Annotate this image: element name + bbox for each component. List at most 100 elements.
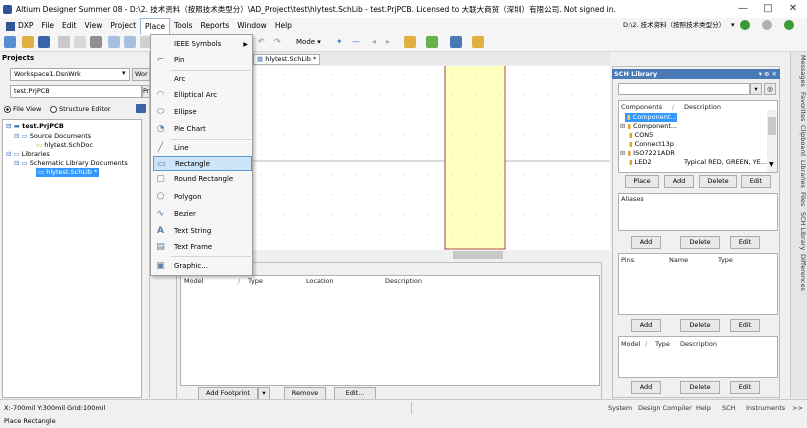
menu-item-pie-chart[interactable]: ◔ Pie Chart: [153, 122, 252, 137]
add-component-button[interactable]: Add: [664, 175, 694, 188]
menu-help[interactable]: Help: [271, 18, 296, 34]
panel-controls-icon[interactable]: ▾ ⊕ ✕: [759, 69, 777, 79]
minimize-button[interactable]: —: [734, 2, 752, 16]
tree-project[interactable]: ⊟ ▬ test.PrjPCB: [6, 122, 64, 131]
pin-name-col-header[interactable]: Name: [669, 256, 688, 264]
side-tab-differences[interactable]: Differences: [792, 254, 807, 291]
menu-item-round-rectangle[interactable]: ▢ Round Rectangle: [153, 172, 252, 187]
component-row[interactable]: ▮ CON5: [629, 131, 653, 140]
mode-button[interactable]: Mode ▾: [296, 38, 321, 46]
horizontal-scrollbar[interactable]: [248, 250, 610, 260]
add-alias-button[interactable]: Add: [631, 236, 661, 249]
save-icon[interactable]: [38, 36, 50, 48]
menu-item-arc[interactable]: Arc: [153, 72, 252, 87]
menu-project[interactable]: Project: [106, 18, 140, 34]
workspace-button[interactable]: Wor: [132, 68, 150, 81]
menu-edit[interactable]: Edit: [58, 18, 81, 34]
scroll-down-icon[interactable]: ▼: [769, 161, 774, 168]
type-col-header[interactable]: Type: [248, 277, 263, 285]
menu-tools[interactable]: Tools: [170, 18, 196, 34]
document-tab[interactable]: ▦ hlytest.SchLib *: [253, 54, 321, 65]
cut-icon[interactable]: [90, 36, 102, 48]
scrollbar-thumb[interactable]: [453, 251, 503, 259]
panel-button-help[interactable]: Help: [696, 404, 711, 414]
add-pin-button[interactable]: Add: [631, 319, 661, 332]
home-icon[interactable]: [784, 20, 794, 30]
add-component-icon[interactable]: ✦: [336, 37, 343, 46]
zoom-in-icon[interactable]: [108, 36, 120, 48]
project-button[interactable]: Pr: [142, 85, 150, 98]
library-model-col-header[interactable]: Model: [621, 340, 641, 348]
location-col-header[interactable]: Location: [306, 277, 334, 285]
edit-alias-button[interactable]: Edit: [730, 236, 760, 249]
path-combo[interactable]: D:\2. 技术资料（按照技术类型分）: [620, 20, 728, 33]
print-icon[interactable]: [58, 36, 70, 48]
part-icon[interactable]: [404, 36, 416, 48]
project-field[interactable]: test.PrjPCB: [10, 85, 142, 98]
side-tab-favorites[interactable]: Favorites: [792, 92, 807, 121]
panel-button-system[interactable]: System: [608, 404, 632, 414]
menu-place[interactable]: Place: [140, 18, 170, 34]
panel-button-design-compiler[interactable]: Design Compiler: [638, 404, 692, 414]
side-tab-clipboard[interactable]: Clipboard: [792, 125, 807, 156]
side-tab-files[interactable]: Files: [792, 192, 807, 206]
schematic-library-sheet[interactable]: [248, 66, 610, 250]
component-rectangle[interactable]: [444, 66, 506, 250]
description-col-header[interactable]: Description: [684, 103, 721, 111]
add-model-button[interactable]: Add: [631, 381, 661, 394]
dash-icon[interactable]: —: [352, 37, 360, 46]
panel-button-sch[interactable]: SCH: [722, 404, 736, 414]
model-icon[interactable]: [472, 36, 484, 48]
pins-col-header[interactable]: Pins: [621, 256, 634, 264]
workspace-combo[interactable]: Workspace1.DsnWrk: [10, 68, 130, 81]
arrow-right-icon[interactable]: ▸: [386, 37, 390, 46]
filter-search-icon[interactable]: ◎: [764, 83, 776, 95]
zoom-out-icon[interactable]: [124, 36, 136, 48]
component-row[interactable]: ⊞ ▮ ISO7221ADR: [620, 149, 675, 158]
back-icon[interactable]: [740, 20, 750, 30]
side-tab-sch-library[interactable]: SCH Library: [792, 212, 807, 250]
menu-file[interactable]: File: [37, 18, 58, 34]
structure-editor-radio[interactable]: Structure Editor: [50, 105, 111, 113]
model-col-header[interactable]: Model: [184, 277, 204, 285]
menu-item-pin[interactable]: ⌐ Pin: [153, 53, 252, 68]
library-model-type-header[interactable]: Type: [655, 340, 670, 348]
menu-window[interactable]: Window: [233, 18, 271, 34]
menu-item-line[interactable]: ╱ Line: [153, 141, 252, 156]
delete-pin-button[interactable]: Delete: [680, 319, 720, 332]
tree-source-documents[interactable]: ⊟ ▭ Source Documents: [14, 132, 91, 141]
open-icon[interactable]: [22, 36, 34, 48]
maximize-button[interactable]: □: [759, 2, 777, 16]
menu-item-bezier[interactable]: ∿ Bezier: [153, 207, 252, 222]
print-preview-icon[interactable]: [74, 36, 86, 48]
component-row[interactable]: ⊞ ▮ Component...: [620, 122, 677, 131]
component-row[interactable]: ▮ LED2: [629, 158, 652, 167]
drawing-tools-icon[interactable]: [426, 36, 438, 48]
side-tab-libraries[interactable]: Libraries: [792, 160, 807, 188]
tree-schematic-library-documents[interactable]: ⊟ ▭ Schematic Library Documents: [14, 159, 128, 168]
panel-button-instruments[interactable]: Instruments: [746, 404, 785, 414]
menu-item-text-frame[interactable]: ▤ Text Frame: [153, 240, 252, 255]
delete-alias-button[interactable]: Delete: [680, 236, 720, 249]
panel-option-icon[interactable]: [136, 104, 146, 113]
components-col-header[interactable]: Components: [621, 103, 662, 111]
component-row[interactable]: ▮ Connect13p: [629, 140, 674, 149]
tree-libraries[interactable]: ⊟ ▭ Libraries: [6, 150, 50, 159]
grid-icon[interactable]: [450, 36, 462, 48]
components-scrollbar-thumb[interactable]: [768, 117, 776, 135]
menu-dxp[interactable]: DXP: [0, 18, 37, 34]
workspace-dropdown-icon[interactable]: ▾: [122, 69, 126, 77]
menu-item-text-string[interactable]: A Text String: [153, 224, 252, 239]
new-icon[interactable]: [4, 36, 16, 48]
arrow-left-icon[interactable]: ◂: [372, 37, 376, 46]
delete-component-button[interactable]: Delete: [699, 175, 737, 188]
redo-icon[interactable]: ↷: [274, 37, 281, 46]
close-button[interactable]: ✕: [784, 2, 802, 16]
menu-item-polygon[interactable]: ⬠ Polygon: [153, 190, 252, 205]
undo-icon[interactable]: ↶: [258, 37, 265, 46]
pin-type-col-header[interactable]: Type: [718, 256, 733, 264]
menu-item-ellipse[interactable]: ⬭ Ellipse: [153, 105, 252, 120]
tree-schlib-selected[interactable]: ▭ hlytest.SchLib *: [36, 168, 100, 177]
file-view-radio[interactable]: File View: [4, 105, 41, 113]
filter-dropdown-icon[interactable]: ▾: [750, 83, 762, 95]
